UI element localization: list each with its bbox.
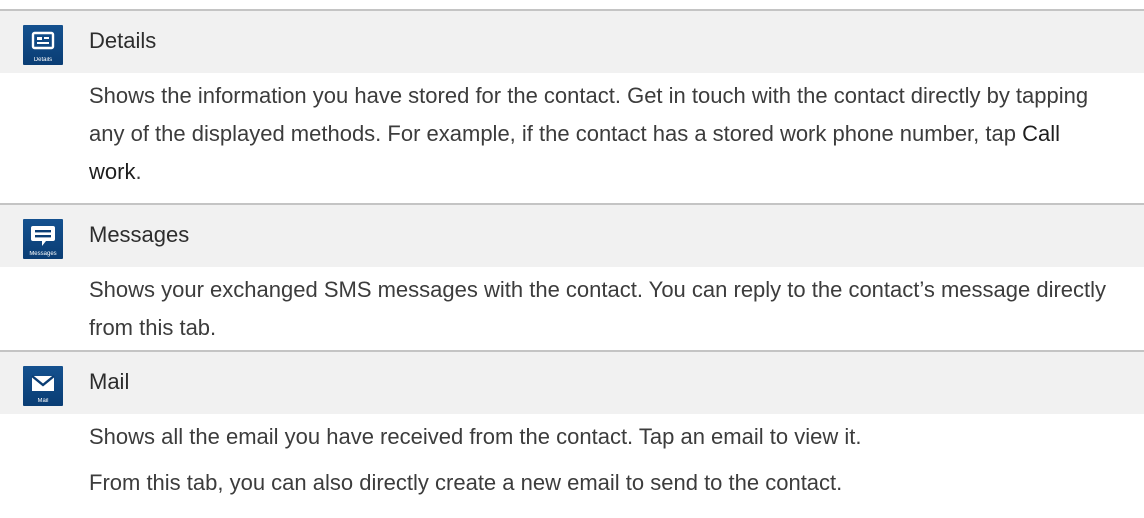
details-icon-caption: Details (33, 57, 53, 63)
details-section: Details Details Shows the information yo… (0, 9, 1144, 191)
mail-description-1: Shows all the email you have received fr… (89, 424, 862, 449)
mail-description-2: From this tab, you can also directly cre… (89, 470, 843, 495)
messages-body: Shows your exchanged SMS messages with t… (0, 267, 1144, 347)
messages-title: Messages (89, 222, 190, 247)
message-bubble-icon: Messages (23, 219, 63, 259)
details-description: Shows the information you have stored fo… (89, 77, 1114, 191)
details-text-end: . (135, 159, 142, 184)
details-section-header: Details Details (0, 11, 1144, 73)
details-body: Shows the information you have stored fo… (0, 73, 1144, 191)
mail-body: Shows all the email you have received fr… (0, 414, 1144, 502)
mail-icon-caption: Mail (37, 398, 49, 404)
messages-section-header: Messages Messages (0, 205, 1144, 267)
mail-section: Mail Mail Shows all the email you have r… (0, 350, 1144, 502)
contact-card-icon: Details (23, 25, 63, 65)
messages-section: Messages Messages Shows your exchanged S… (0, 203, 1144, 347)
details-title: Details (89, 28, 157, 53)
messages-icon-caption: Messages (29, 251, 57, 257)
mail-title: Mail (89, 369, 130, 394)
mail-envelope-icon: Mail (23, 366, 63, 406)
messages-description: Shows your exchanged SMS messages with t… (89, 277, 1107, 340)
contact-tabs-document: Details Details Shows the information yo… (0, 0, 1144, 518)
mail-section-header: Mail Mail (0, 352, 1144, 414)
details-text: Shows the information you have stored fo… (89, 83, 1089, 146)
